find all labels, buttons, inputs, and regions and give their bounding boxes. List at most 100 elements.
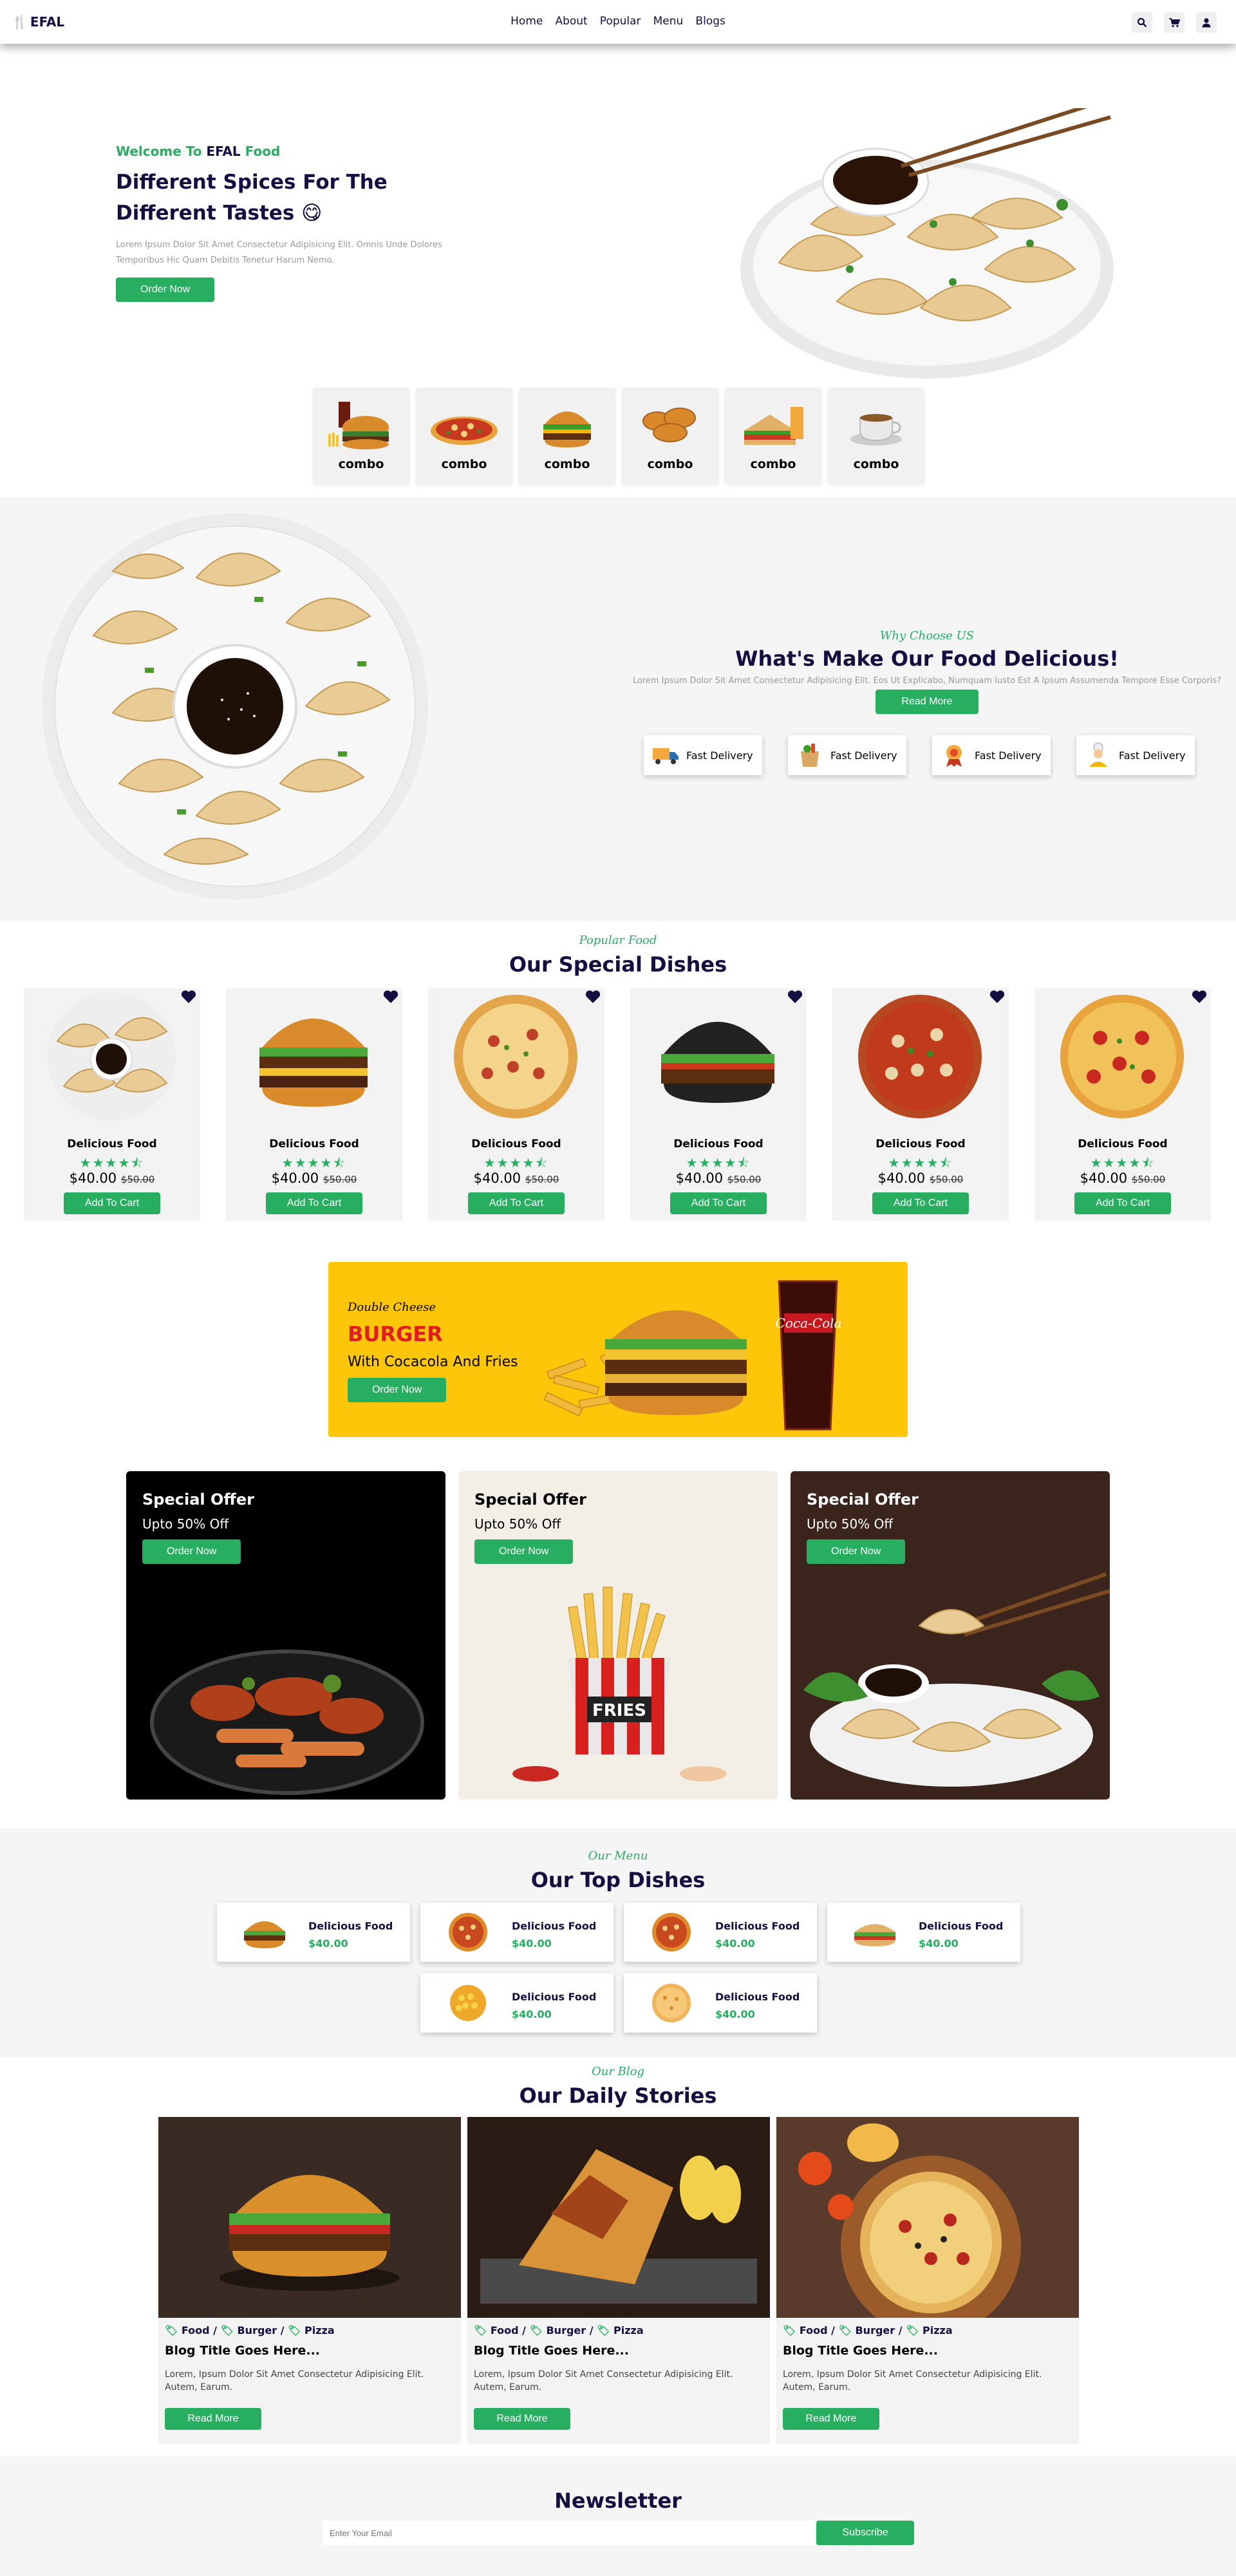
banner-order-button[interactable]: Order Now <box>348 1378 447 1402</box>
heart-icon[interactable] <box>787 990 803 1004</box>
add-to-cart-button[interactable]: Add To Cart <box>64 1192 160 1214</box>
nav-about[interactable]: About <box>555 15 587 28</box>
post-tag[interactable]: Pizza <box>613 2324 644 2336</box>
offer-order-button[interactable]: Order Now <box>807 1539 906 1564</box>
offer-order-button[interactable]: Order Now <box>474 1539 574 1564</box>
combo-card[interactable]: combo <box>416 388 512 484</box>
post-tag[interactable]: Food <box>182 2324 210 2336</box>
blog-post-card[interactable]: 🏷 Food / 🏷 Burger / 🏷 Pizza Blog Title Go… <box>158 2117 461 2444</box>
combo-label: combo <box>544 457 590 471</box>
menu-card[interactable]: Delicious Food $40.00 <box>420 1973 613 2033</box>
heart-icon[interactable] <box>1192 990 1207 1004</box>
post-title[interactable]: Blog Title Goes Here... <box>474 2344 629 2358</box>
combo-card[interactable]: combo <box>828 388 924 484</box>
nav-home[interactable]: Home <box>510 15 543 28</box>
tag-icon: 🏷 <box>220 2324 234 2336</box>
dish-card[interactable]: Delicious Food ★★★★⯪ $40.00 $50.00 Add To C… <box>24 988 200 1221</box>
banner-small-label: Double Cheese <box>348 1301 436 1314</box>
post-tag[interactable]: Burger <box>237 2324 277 2336</box>
combo-label: combo <box>338 457 384 471</box>
burger-icon <box>244 1921 285 1948</box>
menu-script-label: Our Menu <box>588 1849 648 1863</box>
dish-name: Delicious Food <box>876 1138 966 1151</box>
offer-order-button[interactable]: Order Now <box>142 1539 241 1564</box>
subscribe-button[interactable]: Subscribe <box>816 2521 914 2545</box>
black-burger-image <box>661 1022 774 1103</box>
menu-card[interactable]: Delicious Food $40.00 <box>624 1973 817 2033</box>
dish-card[interactable]: Delicious Food ★★★★⯪ $40.00 $50.00 Add To C… <box>832 988 1009 1221</box>
read-more-button[interactable]: Read More <box>474 2408 570 2430</box>
blog-post-card[interactable]: 🏷 Food / 🏷 Burger / 🏷 Pizza Blog Title Go… <box>467 2117 770 2444</box>
dish-name: Delicious Food <box>67 1138 157 1151</box>
nav-blogs[interactable]: Blogs <box>695 15 725 28</box>
heart-icon[interactable] <box>181 990 196 1004</box>
burger-banner: Double Cheese BURGER With Cocacola And F… <box>328 1262 908 1437</box>
post-title[interactable]: Blog Title Goes Here... <box>783 2344 938 2358</box>
nav-menu[interactable]: Menu <box>653 15 684 28</box>
post-tag[interactable]: Burger <box>855 2324 895 2336</box>
read-more-button[interactable]: Read More <box>165 2408 261 2430</box>
combo-row: combo combo combo combo combo combo <box>313 388 924 484</box>
cart-icon[interactable] <box>1164 12 1184 33</box>
top-dishes-section: Our Menu Our Top Dishes Delicious Food $4… <box>0 1829 1236 2057</box>
add-to-cart-button[interactable]: Add To Cart <box>266 1192 362 1214</box>
heart-icon[interactable] <box>585 990 601 1004</box>
heart-icon[interactable] <box>989 990 1005 1004</box>
dish-card[interactable]: Delicious Food ★★★★⯪ $40.00 $50.00 Add To C… <box>226 988 402 1221</box>
sandwich-combo-icon <box>744 407 803 445</box>
tag-icon: 🏷 <box>783 2324 796 2336</box>
offer-card-grill[interactable]: Special Offer Upto 50% Off Order Now <box>126 1471 445 1800</box>
offer-card-fries[interactable]: Special Offer Upto 50% Off Order Now FRI… <box>458 1471 778 1800</box>
burger-icon <box>543 411 591 447</box>
read-more-button[interactable]: Read More <box>783 2408 879 2430</box>
combo-card[interactable]: combo <box>519 388 615 484</box>
add-to-cart-button[interactable]: Add To Cart <box>1074 1192 1171 1214</box>
add-to-cart-button[interactable]: Add To Cart <box>872 1192 969 1214</box>
chef-icon <box>1089 742 1107 767</box>
menu-item-price: $40.00 <box>919 1937 959 1950</box>
heart-icon[interactable] <box>383 990 398 1004</box>
dish-card[interactable]: Delicious Food ★★★★⯪ $40.00 $50.00 Add To C… <box>630 988 807 1221</box>
price-old: $50.00 <box>525 1174 559 1185</box>
pizza-mushroom-image <box>858 995 982 1118</box>
add-to-cart-button[interactable]: Add To Cart <box>670 1192 767 1214</box>
order-now-button[interactable]: Order Now <box>116 277 215 302</box>
pizza-image <box>454 995 577 1118</box>
post-tag[interactable]: Burger <box>546 2324 586 2336</box>
price-current: $40.00 <box>877 1170 926 1186</box>
menu-item-price: $40.00 <box>715 1937 755 1950</box>
email-input[interactable] <box>323 2521 816 2545</box>
post-tag[interactable]: Pizza <box>304 2324 335 2336</box>
blog-pizza-image <box>776 2117 1079 2318</box>
combo-card[interactable]: combo <box>725 388 821 484</box>
post-tag[interactable]: Food <box>491 2324 519 2336</box>
nav-popular[interactable]: Popular <box>600 15 641 28</box>
dish-card[interactable]: Delicious Food ★★★★⯪ $40.00 $50.00 Add To C… <box>428 988 604 1221</box>
post-title[interactable]: Blog Title Goes Here... <box>165 2344 320 2358</box>
menu-card[interactable]: Delicious Food $40.00 <box>624 1903 817 1962</box>
pizza-pepperoni-image <box>1060 995 1184 1118</box>
menu-card[interactable]: Delicious Food $40.00 <box>420 1903 613 1962</box>
blog-row: 🏷 Food / 🏷 Burger / 🏷 Pizza Blog Title Go… <box>158 2117 1079 2444</box>
menu-item-price: $40.00 <box>512 1937 552 1950</box>
pizza-icon <box>449 1913 487 1951</box>
dish-row: Delicious Food ★★★★⯪ $40.00 $50.00 Add To C… <box>24 988 1211 1221</box>
combo-card[interactable]: combo <box>313 388 409 484</box>
user-icon[interactable] <box>1196 12 1217 33</box>
tag-icon: 🏷 <box>529 2324 543 2336</box>
menu-card[interactable]: Delicious Food $40.00 <box>827 1903 1020 1962</box>
dish-card[interactable]: Delicious Food ★★★★⯪ $40.00 $50.00 Add To C… <box>1035 988 1211 1221</box>
search-icon[interactable] <box>1132 12 1152 33</box>
pizza-icon <box>652 1913 691 1951</box>
offer-card-dumplings[interactable]: Special Offer Upto 50% Off Order Now <box>791 1471 1110 1800</box>
post-tag[interactable]: Food <box>800 2324 828 2336</box>
post-tag[interactable]: Pizza <box>922 2324 953 2336</box>
combo-label: combo <box>750 457 796 471</box>
blog-post-card[interactable]: 🏷 Food / 🏷 Burger / 🏷 Pizza Blog Title Go… <box>776 2117 1079 2444</box>
add-to-cart-button[interactable]: Add To Cart <box>468 1192 565 1214</box>
tag-icon: 🏷 <box>288 2324 301 2336</box>
read-more-button[interactable]: Read More <box>876 690 979 714</box>
menu-card[interactable]: Delicious Food $40.00 <box>217 1903 410 1962</box>
dish-price: $40.00 $50.00 <box>1035 1170 1211 1186</box>
combo-card[interactable]: combo <box>622 388 718 484</box>
